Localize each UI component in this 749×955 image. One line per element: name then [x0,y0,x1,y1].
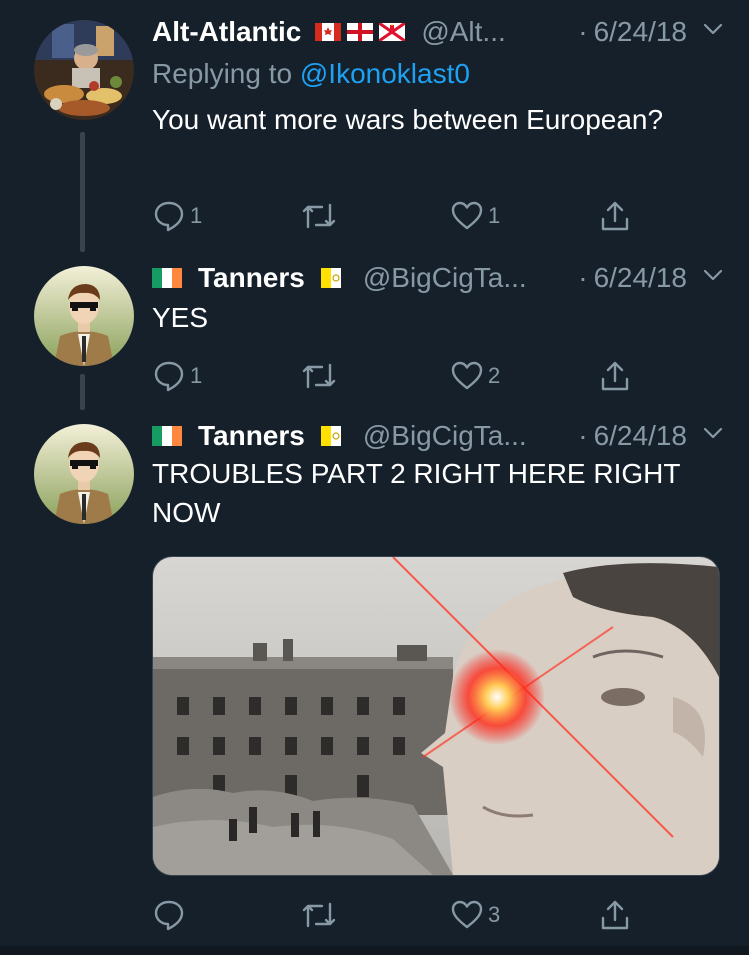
reply-button[interactable] [152,895,190,935]
chevron-down-icon[interactable] [701,16,725,48]
like-count: 3 [488,902,501,927]
like-button[interactable]: 3 [450,895,500,935]
meme-image [153,557,719,875]
separator-dot: · [578,16,588,47]
reply-icon [154,361,184,392]
bottom-divider [0,946,749,955]
retweet-icon [302,902,336,928]
ireland-flag-icon [152,426,182,446]
replying-to-label: Replying to [152,58,300,89]
tweet-2[interactable]: Tanners @BigCigTa... · 6/24/18 YES 1 2 [0,252,749,410]
retweet-icon [302,363,336,389]
replying-to: Replying to @Ikonoklast0 [152,58,470,90]
like-count: 2 [488,363,501,388]
like-count: 1 [488,203,501,228]
tweet-date[interactable]: 6/24/18 [594,262,687,294]
avatar[interactable] [34,424,134,524]
user-handle[interactable]: @BigCigTa... [363,420,527,452]
separator-dot: · [578,420,588,451]
like-button[interactable]: 2 [450,356,500,396]
tweet-date[interactable]: 6/24/18 [594,16,687,48]
retweet-button[interactable] [300,895,342,935]
like-icon [451,201,483,230]
avatar[interactable] [34,20,134,120]
chevron-down-icon[interactable] [701,420,725,452]
reply-button[interactable]: 1 [152,196,202,236]
separator-dot: · [578,262,588,293]
tweet-image[interactable] [152,556,720,876]
share-icon [601,900,629,930]
england-flag-icon [347,23,374,41]
display-name[interactable]: Alt-Atlantic [152,16,301,48]
user-handle[interactable]: @Alt... [421,16,505,48]
share-icon [601,361,629,391]
tweet-text: YES [152,302,209,333]
reply-user-link[interactable]: @Ikonoklast0 [300,58,470,89]
canada-flag-icon [315,23,342,41]
tweet-actions: 3 [152,895,652,935]
reply-icon [154,201,184,232]
like-icon [451,361,483,390]
reply-count: 1 [190,363,203,388]
share-button[interactable] [598,196,632,236]
thread-line [80,132,85,252]
retweet-button[interactable] [300,356,342,396]
vatican-flag-icon [320,426,341,446]
display-name[interactable]: Tanners [198,262,305,294]
like-button[interactable]: 1 [450,196,500,236]
tweet-text: TROUBLES PART 2 RIGHT HERE RIGHT NOW [152,458,680,528]
retweet-button[interactable] [300,196,342,236]
tweet-header: Tanners @BigCigTa... · 6/24/18 [152,416,725,456]
share-button[interactable] [598,356,632,396]
ireland-flag-icon [152,268,182,288]
tweet-actions: 1 1 [152,196,652,236]
reply-icon [154,900,184,931]
tweet-header: Tanners @BigCigTa... · 6/24/18 [152,258,725,298]
jersey-flag-icon [379,23,406,41]
tweet-actions: 1 2 [152,356,652,396]
retweet-icon [302,203,336,229]
reply-count: 1 [190,203,203,228]
avatar[interactable] [34,266,134,366]
vatican-flag-icon [320,268,341,288]
tweet-header: Alt-Atlantic @Alt... · 6/24/18 [152,12,725,52]
chevron-down-icon[interactable] [701,262,725,294]
thread-line [80,374,85,410]
share-button[interactable] [598,895,632,935]
tweet-date[interactable]: 6/24/18 [594,420,687,452]
tweet-1[interactable]: Alt-Atlantic @Alt... · 6/24/18 Replying … [0,0,749,252]
like-icon [451,900,483,929]
tweet-text: You want more wars between European? [152,104,664,135]
reply-button[interactable]: 1 [152,356,202,396]
user-handle[interactable]: @BigCigTa... [363,262,527,294]
display-name[interactable]: Tanners [198,420,305,452]
share-icon [601,201,629,231]
